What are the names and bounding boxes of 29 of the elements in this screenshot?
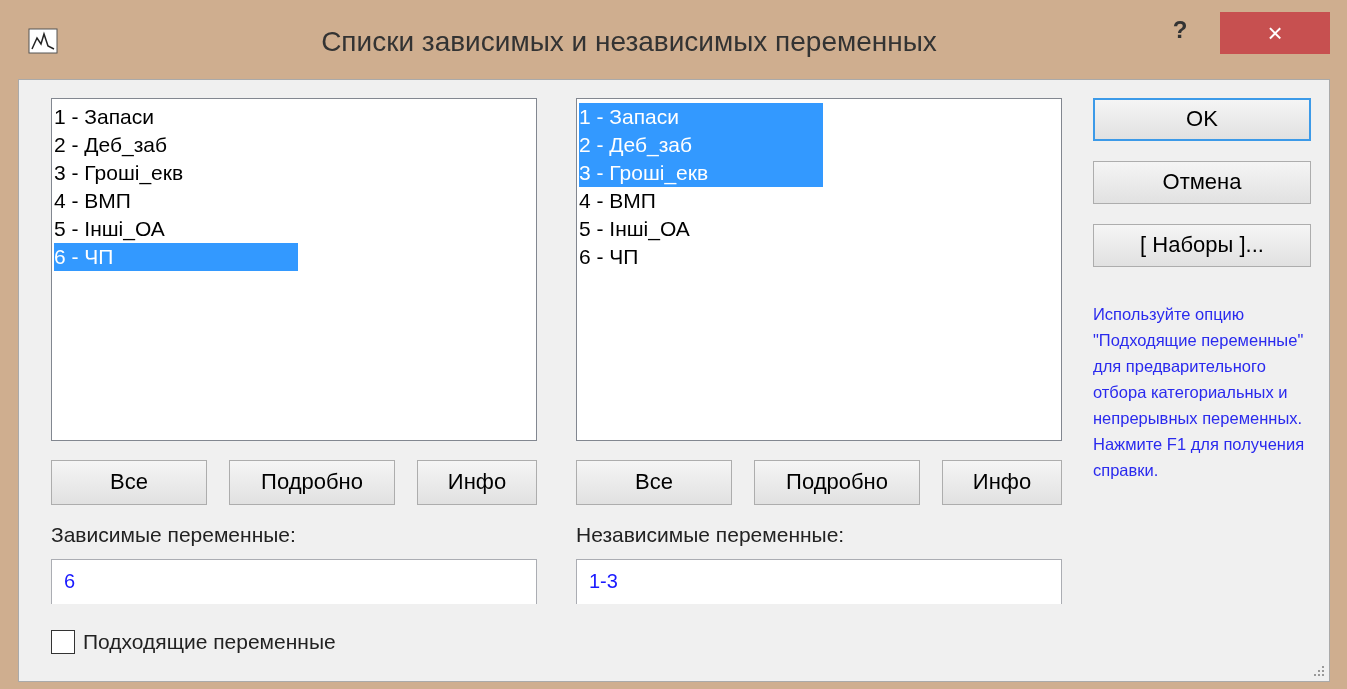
checkbox[interactable] — [51, 630, 75, 655]
list-item[interactable]: 1 - Запаси — [54, 102, 298, 131]
list-button[interactable]: Инфо — [417, 459, 537, 505]
input-field[interactable]: 6 — [51, 558, 537, 606]
close-button[interactable]: × — [1220, 12, 1330, 54]
list-button[interactable]: Инфо — [942, 459, 1062, 505]
list-item[interactable]: 5 - Інші_ОА — [54, 214, 298, 243]
help-button[interactable]: ? — [1160, 16, 1200, 44]
list-button[interactable]: Все — [576, 459, 732, 505]
list-button[interactable]: Подробно — [754, 459, 920, 505]
list-button[interactable]: Все — [51, 459, 207, 505]
list-item[interactable]: 3 - Гроші_екв — [54, 158, 298, 187]
list-item[interactable]: 2 - Деб_заб — [54, 130, 298, 159]
checkbox-label[interactable]: Подходящие переменные — [83, 630, 336, 655]
field-label: Зависимые переменные: — [51, 522, 297, 547]
list-item[interactable]: 6 - ЧП — [579, 242, 823, 271]
list-button[interactable]: Подробно — [229, 459, 395, 505]
dialog-button[interactable]: OK — [1093, 97, 1311, 141]
field-label: Независимые переменные: — [576, 522, 846, 547]
chart-icon — [28, 28, 58, 54]
list-item[interactable]: 5 - Інші_ОА — [579, 214, 823, 243]
window-title: Списки зависимых и независимых переменных — [320, 26, 938, 58]
dialog-button[interactable]: [ Наборы ]... — [1093, 223, 1311, 267]
input-field[interactable]: 1-3 — [576, 558, 1062, 606]
list-item[interactable]: 4 - ВМП — [579, 186, 823, 215]
resize-grip-icon[interactable] — [1311, 663, 1325, 677]
dialog-button[interactable]: Отмена — [1093, 160, 1311, 204]
list-item[interactable]: 4 - ВМП — [54, 186, 298, 215]
hint-text: Используйте опцию "Подходящие переменные" для предварительного отбора категориальных и непрерывных переменных. Нажмите F1 для получения справки. — [1093, 303, 1306, 481]
